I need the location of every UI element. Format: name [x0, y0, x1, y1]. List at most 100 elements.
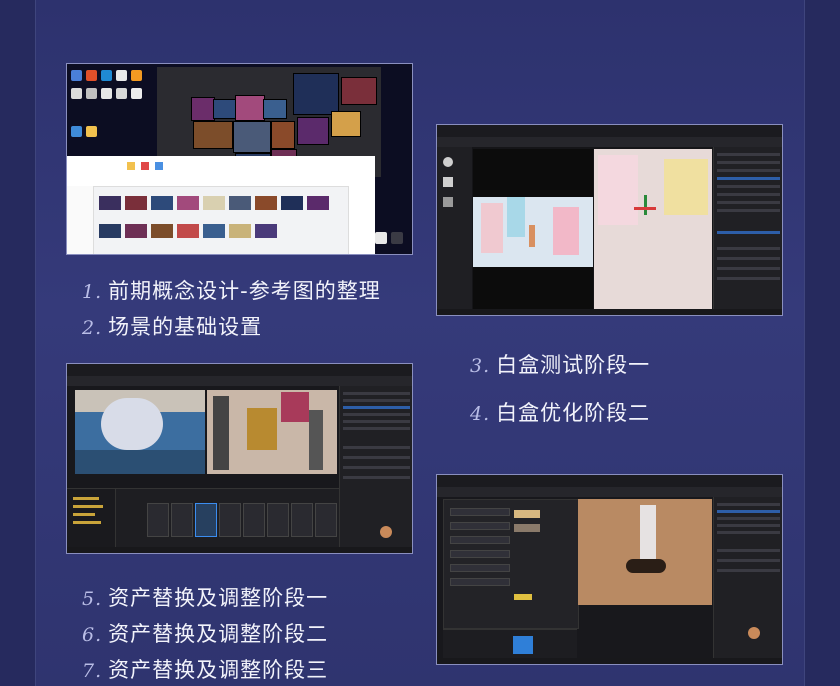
- character-figure: [640, 505, 656, 559]
- asset-thumbnail[interactable]: [315, 503, 337, 537]
- asset-thumbnail[interactable]: [267, 503, 289, 537]
- folder-row[interactable]: [73, 497, 99, 500]
- page-edge-left: [0, 0, 36, 686]
- file-explorer-nav-pane: [67, 186, 94, 254]
- cylinder-icon: [443, 197, 453, 207]
- material-node[interactable]: [450, 550, 510, 558]
- details-row[interactable]: [717, 559, 780, 562]
- caption-number: 7.: [82, 660, 103, 682]
- reference-tile: [263, 99, 287, 119]
- folder-row[interactable]: [73, 513, 95, 516]
- details-row[interactable]: [343, 446, 410, 449]
- caption-text: 场景的基础设置: [108, 315, 263, 339]
- outliner-row[interactable]: [717, 185, 780, 188]
- outliner-row[interactable]: [717, 193, 780, 196]
- details-row[interactable]: [717, 549, 780, 552]
- asset-thumbnail[interactable]: [147, 503, 169, 537]
- app-icon: [86, 88, 97, 99]
- texture-preview: [514, 524, 540, 532]
- transform-gizmo[interactable]: [644, 195, 647, 215]
- app-icon: [101, 88, 112, 99]
- outliner-row[interactable]: [717, 209, 780, 212]
- caption-step-1: 1. 前期概念设计-参考图的整理: [82, 275, 381, 305]
- folder-icon: [86, 126, 97, 137]
- asset-thumbnail[interactable]: [219, 503, 241, 537]
- app-icon: [101, 70, 112, 81]
- outliner-row[interactable]: [717, 531, 780, 534]
- folder-row[interactable]: [73, 521, 101, 524]
- caption-step-7: 7. 资产替换及调整阶段三: [82, 654, 328, 684]
- page-edge-right: [804, 0, 840, 686]
- caption-number: 1.: [82, 281, 103, 303]
- outliner-row[interactable]: [717, 517, 780, 520]
- outliner-row[interactable]: [717, 524, 780, 527]
- outliner-row-selected[interactable]: [343, 406, 410, 409]
- outliner-row-selected[interactable]: [717, 510, 780, 513]
- delete-icon: [141, 162, 149, 170]
- outliner-row[interactable]: [343, 399, 410, 402]
- outliner-row[interactable]: [717, 161, 780, 164]
- reference-tile: [341, 77, 377, 105]
- caption-step-5: 5. 资产替换及调整阶段一: [82, 582, 328, 612]
- asset-thumbnail-selected[interactable]: [513, 636, 533, 654]
- asset-thumbnail[interactable]: [243, 503, 265, 537]
- outliner-row[interactable]: [343, 413, 410, 416]
- editor-status-bar: [437, 658, 782, 664]
- asset-pillar: [213, 396, 229, 470]
- outliner-panel: [339, 386, 412, 553]
- asset-viewport: [207, 390, 337, 474]
- asset-thumbnail[interactable]: [171, 503, 193, 537]
- outliner-panel: [713, 147, 782, 315]
- material-sphere-icon: [380, 526, 392, 538]
- details-row[interactable]: [717, 569, 780, 572]
- asset-pillar: [309, 410, 323, 470]
- material-node[interactable]: [450, 536, 510, 544]
- place-actors-panel: [437, 147, 472, 315]
- caption-number: 2.: [82, 317, 103, 339]
- asset-thumbnail-selected[interactable]: [195, 503, 217, 537]
- tray-icon: [391, 232, 403, 244]
- reference-tile: [235, 95, 265, 121]
- folder-row[interactable]: [73, 505, 103, 508]
- scene-viewport: [75, 390, 205, 474]
- desktop-icons: [71, 68, 151, 148]
- transform-gizmo[interactable]: [634, 207, 656, 210]
- outliner-row[interactable]: [717, 169, 780, 172]
- material-node[interactable]: [450, 508, 510, 516]
- material-node[interactable]: [450, 564, 510, 572]
- outliner-row[interactable]: [343, 392, 410, 395]
- details-row[interactable]: [717, 277, 780, 280]
- app-icon: [116, 70, 127, 81]
- outliner-row[interactable]: [717, 153, 780, 156]
- reference-tile: [213, 99, 237, 119]
- copy-icon: [155, 162, 163, 170]
- asset-thumbnail[interactable]: [291, 503, 313, 537]
- file-thumbnail: [229, 224, 251, 238]
- perspective-viewport: [594, 149, 712, 309]
- material-node[interactable]: [450, 578, 510, 586]
- details-row[interactable]: [717, 267, 780, 270]
- outliner-row[interactable]: [343, 427, 410, 430]
- outliner-row[interactable]: [717, 503, 780, 506]
- outliner-row-selected[interactable]: [717, 177, 780, 180]
- details-row[interactable]: [717, 247, 780, 250]
- app-icon: [131, 70, 142, 81]
- reference-tile: [297, 117, 329, 145]
- caption-text: 前期概念设计-参考图的整理: [108, 279, 381, 303]
- details-row[interactable]: [343, 456, 410, 459]
- asset-replacement-screenshot: [66, 363, 413, 554]
- details-row[interactable]: [343, 466, 410, 469]
- outliner-row[interactable]: [717, 201, 780, 204]
- file-thumbnail: [177, 224, 199, 238]
- editor-status-bar: [437, 309, 782, 315]
- outliner-row[interactable]: [343, 420, 410, 423]
- details-row-selected[interactable]: [717, 231, 780, 234]
- reference-tile: [233, 121, 271, 153]
- details-row[interactable]: [717, 257, 780, 260]
- reference-tile: [191, 97, 215, 121]
- caption-step-2: 2. 场景的基础设置: [82, 311, 262, 341]
- details-row[interactable]: [343, 476, 410, 479]
- reference-tile: [271, 121, 295, 149]
- material-node[interactable]: [450, 522, 510, 530]
- cube-icon: [443, 177, 453, 187]
